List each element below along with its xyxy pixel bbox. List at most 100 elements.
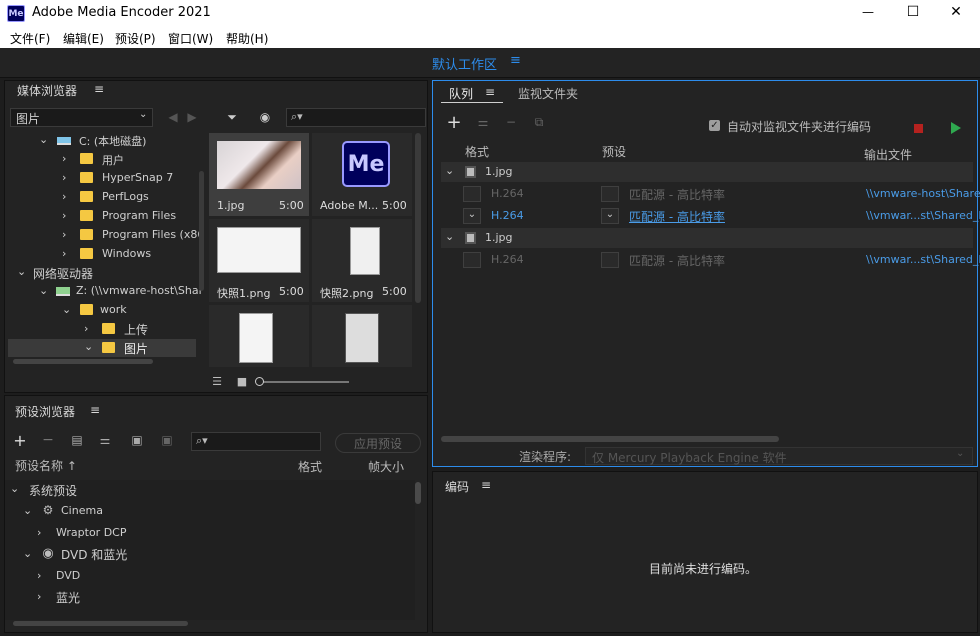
tree-arrow-icon[interactable]: › <box>37 569 41 582</box>
tree-arrow-icon[interactable]: ⌄ <box>62 303 71 316</box>
renderer-dropdown[interactable]: 仅 Mercury Playback Engine 软件 ⌄ <box>585 447 973 465</box>
output-format[interactable]: H.264 <box>491 253 524 266</box>
remove-icon[interactable]: − <box>41 432 55 448</box>
output-row[interactable]: ⌄ H.264 ⌄ 匹配源 - 高比特率 \\vmwar...st\Shared… <box>441 206 980 226</box>
tree-item-users[interactable]: 用户 <box>102 152 124 168</box>
filter-icon[interactable]: ⏷ <box>224 109 240 125</box>
maximize-button[interactable]: ☐ <box>903 4 923 20</box>
tree-arrow-icon[interactable]: ⌄ <box>23 547 32 560</box>
preset-system[interactable]: 系统预设 <box>29 482 77 499</box>
output-file[interactable]: \\vmwar...st\Shared_F <box>866 209 980 222</box>
column-format[interactable]: 格式 <box>465 143 489 160</box>
preset-dropdown[interactable] <box>601 186 619 202</box>
export-icon[interactable]: ▣ <box>159 433 175 447</box>
add-icon[interactable]: + <box>13 431 27 450</box>
tree-arrow-icon[interactable]: ⌄ <box>23 504 32 517</box>
tab-queue[interactable]: 队列 <box>449 85 473 102</box>
tree-arrow-icon[interactable]: › <box>62 190 66 203</box>
view-eye-icon[interactable]: ◉ <box>256 109 274 125</box>
tree-arrow-icon[interactable]: › <box>62 171 66 184</box>
tree-item-pictures[interactable]: 图片 <box>124 340 148 357</box>
tree-arrow-icon[interactable]: ⌄ <box>17 265 26 278</box>
new-group-icon[interactable]: ▤ <box>69 433 85 447</box>
duplicate-icon[interactable]: ⧉ <box>531 115 547 129</box>
tree-item-upload[interactable]: 上传 <box>124 321 148 338</box>
start-button[interactable] <box>951 122 961 134</box>
menu-window[interactable]: 窗口(W) <box>168 30 213 47</box>
back-arrow-icon[interactable]: ◀ <box>166 109 180 125</box>
preset-scrollbar-v[interactable] <box>415 482 421 504</box>
tree-item-perflogs[interactable]: PerfLogs <box>102 190 149 203</box>
tree-item-windows[interactable]: Windows <box>102 247 151 260</box>
preset-cinema[interactable]: Cinema <box>61 504 103 517</box>
output-file[interactable]: \\vmware-host\Share <box>866 187 980 200</box>
import-icon[interactable]: ▣ <box>129 433 145 447</box>
tree-arrow-icon[interactable]: ⌄ <box>39 133 48 146</box>
encoding-title[interactable]: 编码 <box>445 478 469 495</box>
location-dropdown[interactable]: 图片 ⌄ <box>10 108 153 127</box>
thumbs-scrollbar-v[interactable] <box>415 133 421 303</box>
tree-item-work[interactable]: work <box>100 303 127 316</box>
preset-search-input[interactable]: ⌕▾ <box>191 432 321 451</box>
preset-scrollbar-h[interactable] <box>13 621 188 626</box>
icon-view-icon[interactable]: ■ <box>235 374 249 388</box>
tree-arrow-icon[interactable]: › <box>62 247 66 260</box>
output-preset[interactable]: 匹配源 - 高比特率 <box>629 252 725 269</box>
settings-icon[interactable]: ⚌ <box>475 115 491 129</box>
tree-arrow-icon[interactable]: › <box>62 209 66 222</box>
tab-watch-folders[interactable]: 监视文件夹 <box>518 85 578 102</box>
output-format[interactable]: H.264 <box>491 209 524 222</box>
media-browser-title[interactable]: 媒体浏览器 <box>17 82 77 99</box>
media-search-input[interactable]: ⌕▾ <box>286 108 426 127</box>
zoom-slider-handle[interactable] <box>255 377 264 386</box>
tree-item-program-files[interactable]: Program Files <box>102 209 176 222</box>
output-file[interactable]: \\vmwar...st\Shared_F <box>866 253 980 266</box>
tree-item-c-drive[interactable]: C: (本地磁盘) <box>79 133 146 149</box>
auto-encode-checkbox[interactable]: ✓ <box>709 120 720 131</box>
settings-icon[interactable]: ⚌ <box>97 433 113 447</box>
close-button[interactable]: ✕ <box>946 4 966 20</box>
output-format[interactable]: H.264 <box>491 187 524 200</box>
tree-arrow-icon[interactable]: ⌄ <box>84 340 93 353</box>
menu-file[interactable]: 文件(F) <box>10 30 50 47</box>
tree-item-hypersnap[interactable]: HyperSnap 7 <box>102 171 173 184</box>
forward-arrow-icon[interactable]: ▶ <box>185 109 199 125</box>
format-dropdown[interactable] <box>463 186 481 202</box>
panel-menu-icon[interactable]: ≡ <box>90 403 100 417</box>
queue-item[interactable]: ⌄ 1.jpg <box>441 162 973 182</box>
panel-menu-icon[interactable]: ≡ <box>481 478 491 492</box>
menu-preset[interactable]: 预设(P) <box>115 30 156 47</box>
list-view-icon[interactable]: ☰ <box>209 374 225 388</box>
tree-arrow-icon[interactable]: ⌄ <box>39 284 48 297</box>
output-preset[interactable]: 匹配源 - 高比特率 <box>629 208 725 225</box>
zoom-slider[interactable] <box>259 381 349 383</box>
preset-bluray[interactable]: 蓝光 <box>56 589 80 606</box>
tree-arrow-icon[interactable]: › <box>62 152 66 165</box>
thumbnail-1jpg[interactable]: 1.jpg 5:00 <box>209 133 309 216</box>
column-preset[interactable]: 预设 <box>602 143 626 160</box>
stop-button[interactable] <box>914 124 923 133</box>
tree-item-network[interactable]: 网络驱动器 <box>33 265 93 282</box>
output-preset[interactable]: 匹配源 - 高比特率 <box>629 186 725 203</box>
thumbnail-item[interactable] <box>209 305 309 367</box>
panel-menu-icon[interactable]: ≡ <box>485 85 495 99</box>
column-output-file[interactable]: 输出文件 <box>864 146 912 163</box>
tree-item-z-drive[interactable]: Z: (\\vmware-host\Shar <box>76 284 203 297</box>
thumbnail-adobe-me[interactable]: Me Adobe M... 5:00 <box>312 133 412 216</box>
panel-menu-icon[interactable]: ≡ <box>94 82 104 96</box>
chevron-down-icon[interactable]: ⌄ <box>445 230 454 243</box>
preset-dvd-bluray[interactable]: DVD 和蓝光 <box>61 546 127 563</box>
tree-arrow-icon[interactable]: › <box>37 590 41 603</box>
queue-scrollbar-h[interactable] <box>441 436 779 442</box>
tree-scrollbar-v[interactable] <box>199 171 204 291</box>
tree-arrow-icon[interactable]: ⌄ <box>10 482 19 495</box>
format-dropdown[interactable] <box>463 252 481 268</box>
column-frame-size[interactable]: 帧大小 <box>368 458 404 475</box>
thumbnail-item[interactable] <box>312 305 412 367</box>
preset-browser-title[interactable]: 预设浏览器 <box>15 403 75 420</box>
thumbnail-snapshot1[interactable]: 快照1.png 5:00 <box>209 219 309 302</box>
preset-dvd[interactable]: DVD <box>56 569 80 582</box>
add-icon[interactable]: + <box>446 112 461 133</box>
chevron-down-icon[interactable]: ⌄ <box>445 164 454 177</box>
apply-preset-button[interactable]: 应用预设 <box>335 433 421 453</box>
